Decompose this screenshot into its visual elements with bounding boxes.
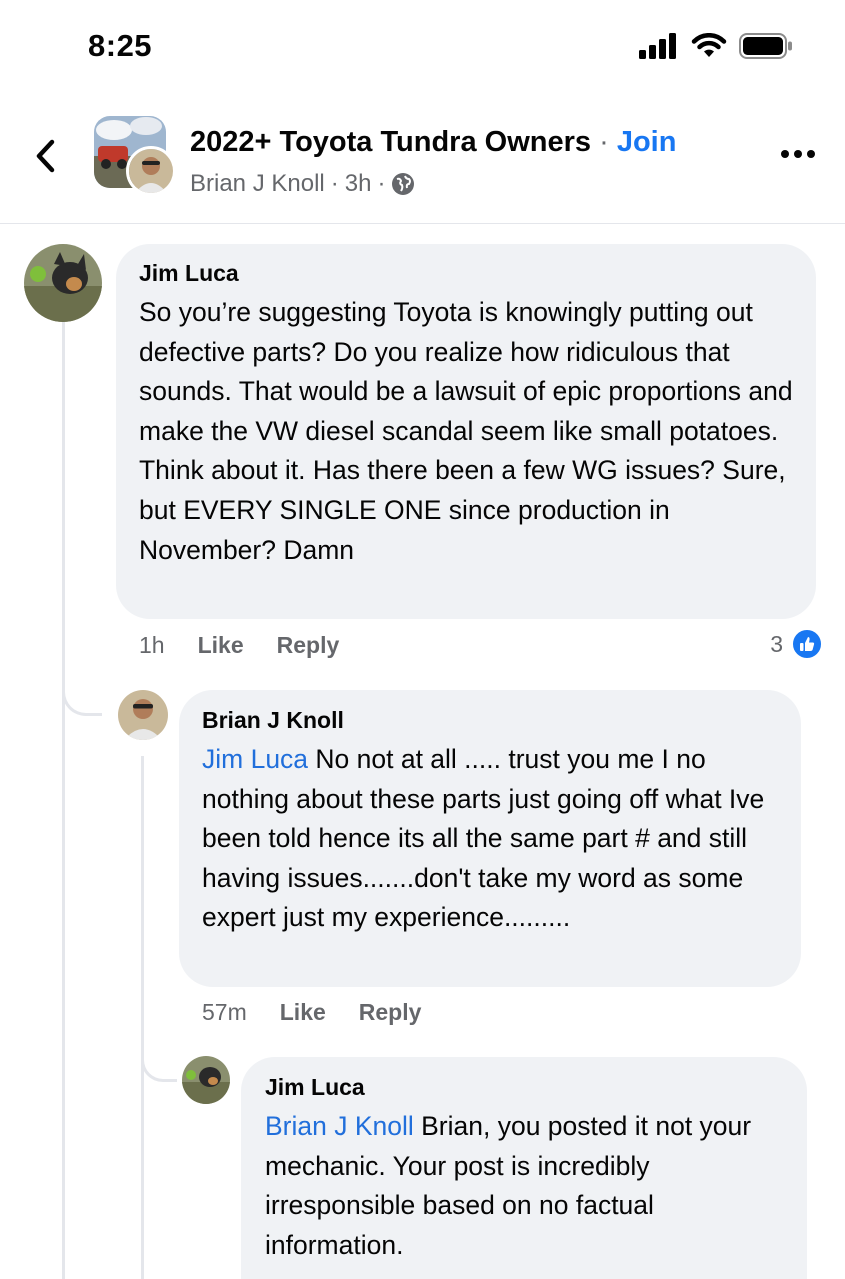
- man-photo: [118, 690, 168, 740]
- comment-actions: 57m Like Reply: [202, 999, 421, 1026]
- comment-bubble: Jim Luca Brian J Knoll Brian, you posted…: [241, 1057, 807, 1279]
- join-button[interactable]: Join: [617, 126, 677, 158]
- thread-line-nested: [141, 756, 144, 1279]
- like-button[interactable]: Like: [198, 632, 244, 659]
- thumbs-up-icon: [791, 628, 823, 660]
- post-header: 2022+ Toyota Tundra Owners · Join Brian …: [0, 100, 845, 224]
- dot-icon: [807, 150, 815, 158]
- like-button[interactable]: Like: [280, 999, 326, 1026]
- commenter-name[interactable]: Brian J Knoll: [202, 707, 779, 734]
- reply-button[interactable]: Reply: [359, 999, 422, 1026]
- thread-line: [62, 322, 65, 1279]
- comment-text: Brian J Knoll Brian, you posted it not y…: [265, 1107, 785, 1265]
- post-meta: Brian J Knoll · 3h ·: [190, 170, 415, 198]
- mention-link[interactable]: Brian J Knoll: [265, 1111, 414, 1141]
- comment-text: So you’re suggesting Toyota is knowingly…: [139, 293, 794, 570]
- group-title: 2022+ Toyota Tundra Owners · Join: [190, 126, 676, 159]
- reaction-count[interactable]: 3: [770, 628, 823, 660]
- mention-link[interactable]: Jim Luca: [202, 744, 308, 774]
- commenter-avatar[interactable]: [24, 244, 102, 322]
- meta-separator: ·: [330, 170, 339, 197]
- post-time[interactable]: 3h: [345, 170, 372, 198]
- cellular-signal-icon: [639, 33, 676, 59]
- title-separator: ·: [599, 126, 609, 158]
- dot-icon: [781, 150, 789, 158]
- globe-icon: [392, 173, 415, 195]
- comment-text: Jim Luca No not at all ..... trust you m…: [202, 740, 779, 938]
- status-time: 8:25: [88, 28, 153, 63]
- thread-connector-nested: [141, 1046, 177, 1082]
- thread-connector: [62, 676, 102, 716]
- dot-icon: [794, 150, 802, 158]
- author-name-link[interactable]: Brian J Knoll: [190, 170, 325, 198]
- dog-photo: [182, 1056, 230, 1104]
- commenter-avatar[interactable]: [118, 690, 168, 740]
- reaction-number: 3: [770, 630, 783, 657]
- more-options-button[interactable]: [781, 150, 815, 158]
- comment-actions: 1h Like Reply: [139, 632, 339, 659]
- wifi-icon: [691, 33, 727, 57]
- dog-photo: [24, 244, 102, 322]
- comment-bubble: Brian J Knoll Jim Luca No not at all ...…: [179, 690, 801, 987]
- battery-icon: [739, 33, 792, 59]
- comment-bubble: Jim Luca So you’re suggesting Toyota is …: [116, 244, 816, 619]
- comment-body: So you’re suggesting Toyota is knowingly…: [139, 297, 793, 565]
- commenter-name[interactable]: Jim Luca: [265, 1074, 785, 1101]
- status-icons: [639, 33, 793, 59]
- chevron-left-icon: [36, 139, 55, 173]
- reply-button[interactable]: Reply: [277, 632, 340, 659]
- comment-time[interactable]: 1h: [139, 632, 165, 659]
- back-button[interactable]: [30, 136, 62, 176]
- group-name-link[interactable]: 2022+ Toyota Tundra Owners: [190, 126, 591, 158]
- author-photo: [129, 149, 173, 193]
- comment-time[interactable]: 57m: [202, 999, 247, 1026]
- commenter-avatar[interactable]: [182, 1056, 230, 1104]
- author-avatar[interactable]: [126, 146, 176, 196]
- commenter-name[interactable]: Jim Luca: [139, 260, 794, 287]
- meta-separator-2: ·: [377, 170, 386, 197]
